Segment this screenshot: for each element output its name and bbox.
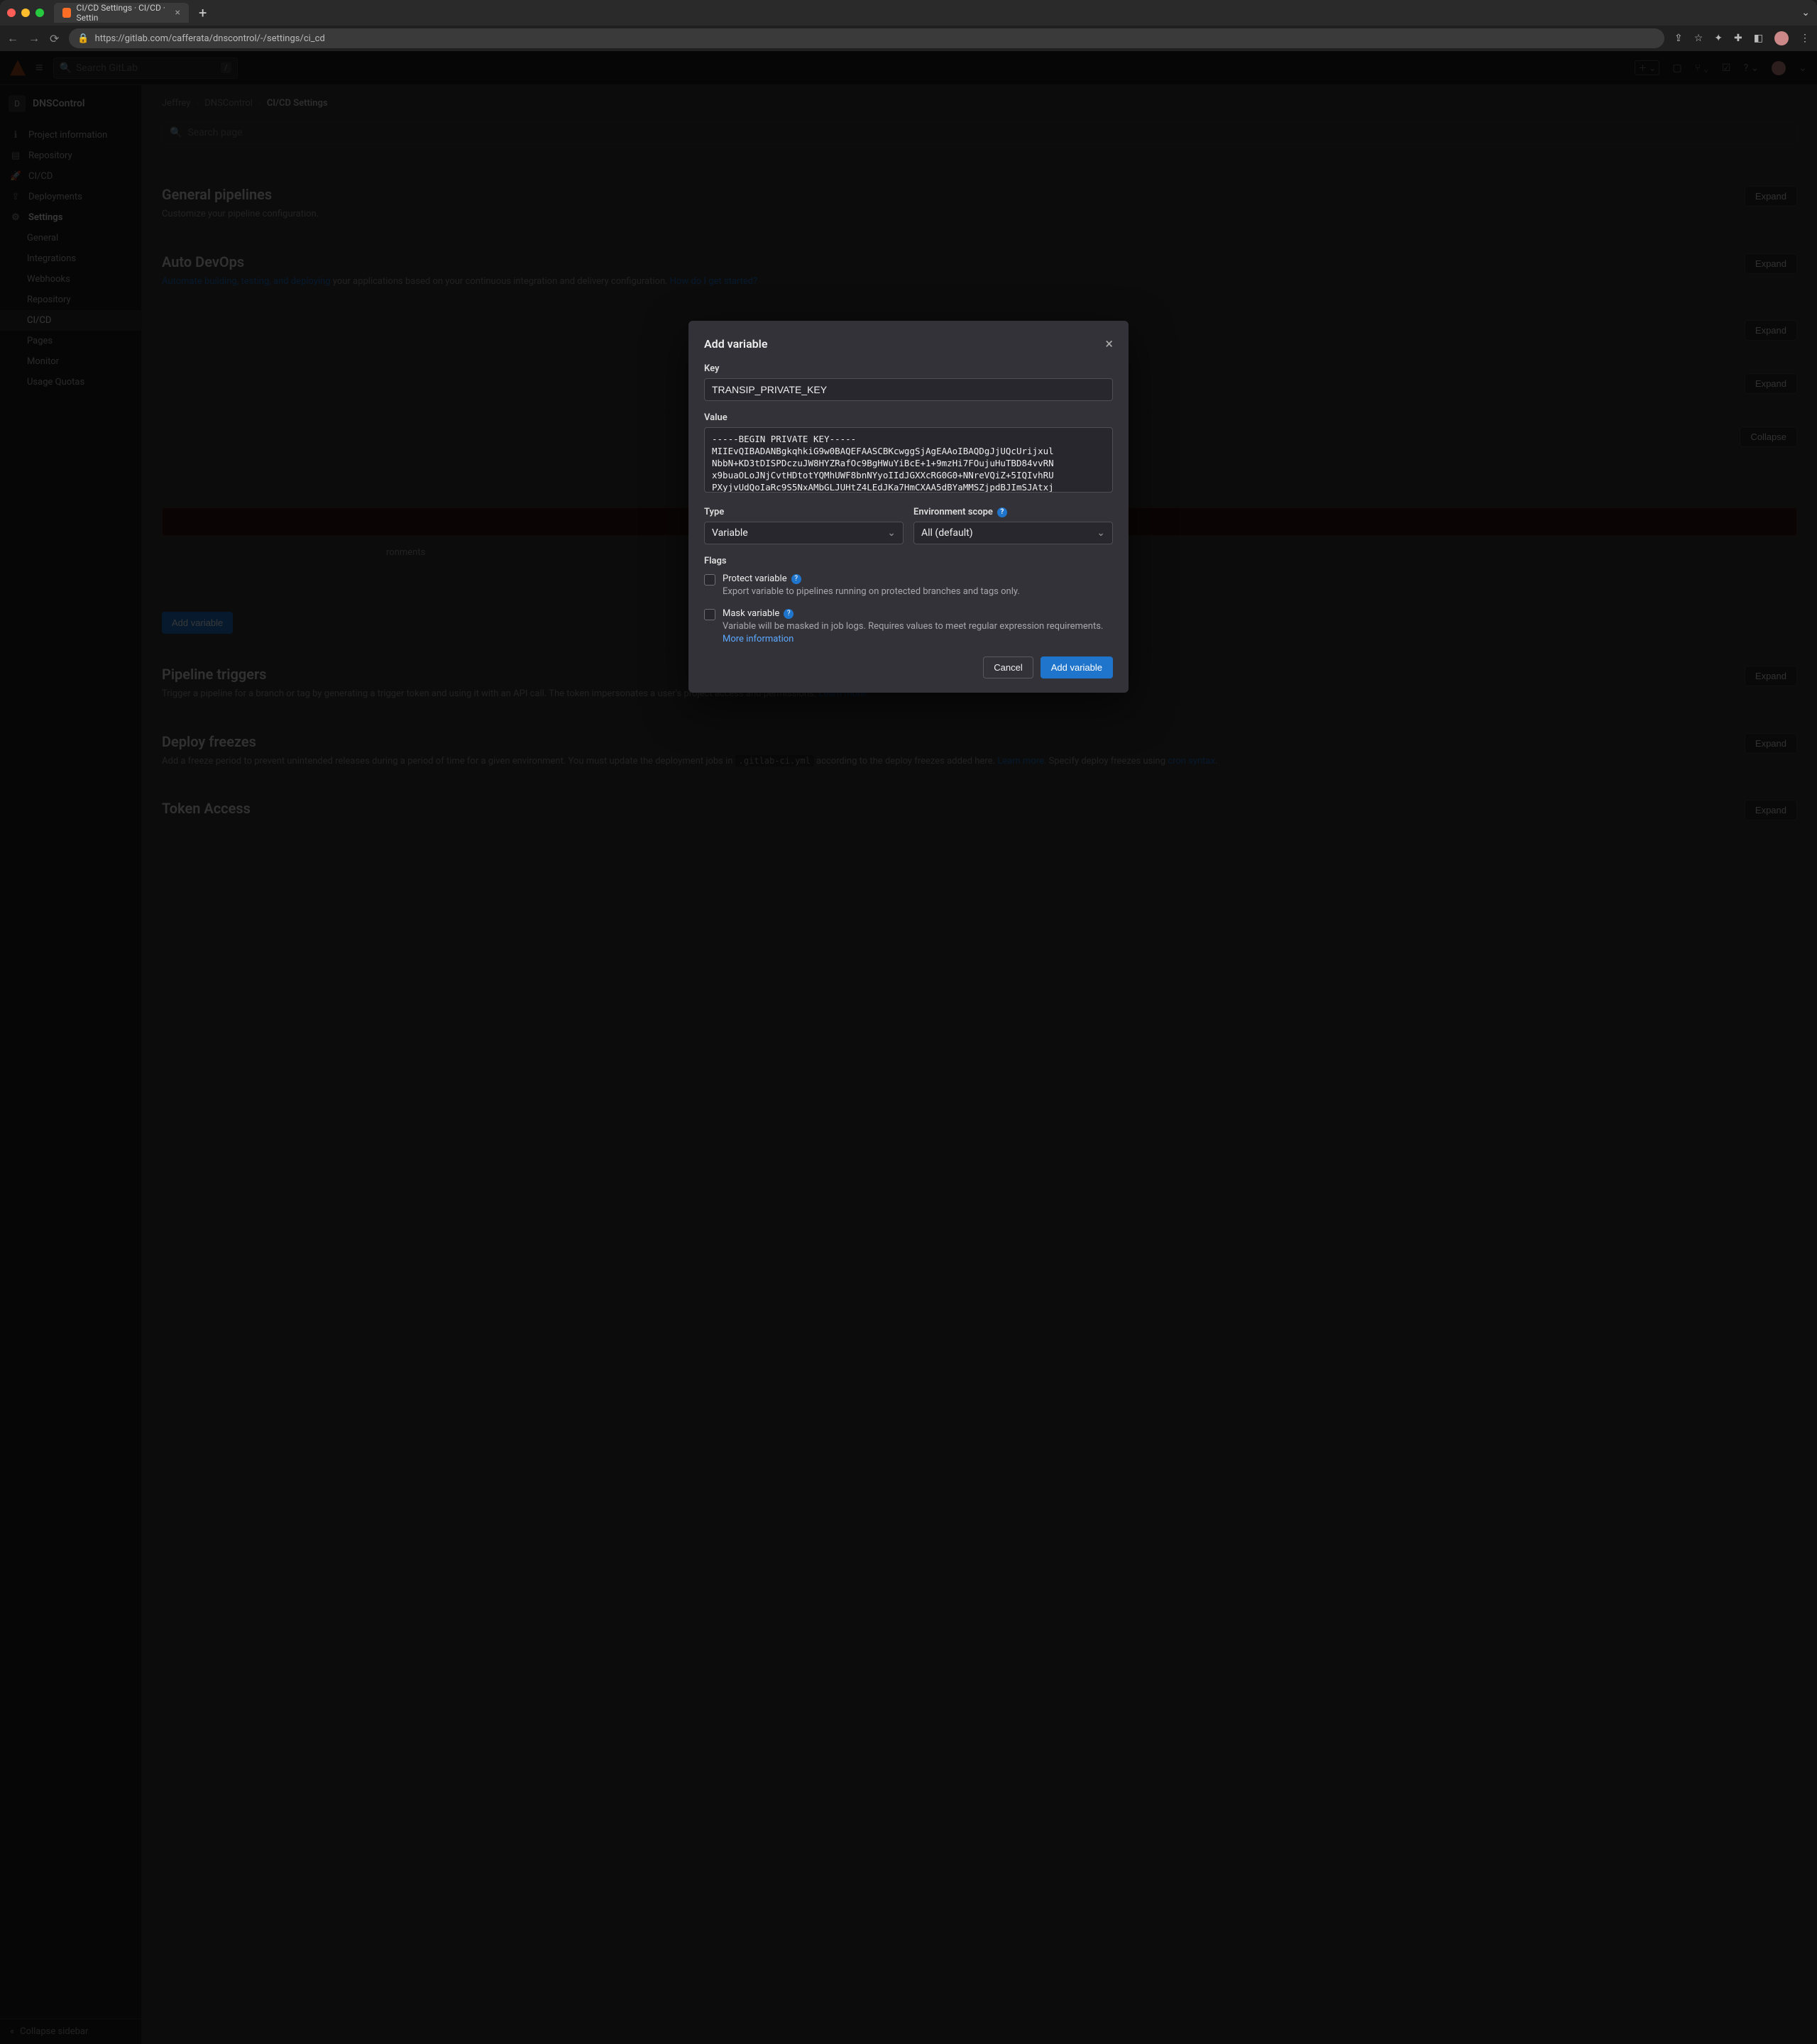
key-label: Key: [704, 363, 1113, 374]
protect-variable-row: Protect variable ? Export variable to pi…: [704, 573, 1113, 598]
chevron-down-icon: ⌄: [887, 527, 896, 539]
type-label: Type: [704, 507, 904, 517]
value-textarea[interactable]: [704, 427, 1113, 493]
env-scope-select[interactable]: All (default) ⌄: [913, 522, 1113, 544]
extension-icon[interactable]: ✦: [1714, 33, 1723, 44]
help-icon[interactable]: ?: [791, 574, 801, 584]
help-icon[interactable]: ?: [997, 507, 1007, 517]
add-variable-modal: Add variable × Key Value Type Variable ⌄…: [688, 321, 1129, 693]
cancel-button[interactable]: Cancel: [983, 656, 1033, 678]
reload-icon[interactable]: ⟳: [50, 32, 59, 45]
puzzle-icon[interactable]: ✚: [1734, 33, 1742, 44]
url-input[interactable]: 🔒 https://gitlab.com/cafferata/dnscontro…: [69, 28, 1664, 48]
close-icon[interactable]: ×: [1105, 335, 1113, 352]
minimize-window-icon[interactable]: [21, 9, 30, 17]
mask-desc: Variable will be masked in job logs. Req…: [723, 620, 1113, 646]
flags-label: Flags: [704, 556, 1113, 566]
help-icon[interactable]: ?: [784, 609, 794, 619]
kebab-menu-icon[interactable]: ⋮: [1800, 33, 1810, 44]
back-icon[interactable]: ←: [7, 31, 18, 45]
browser-addressbar: ← → ⟳ 🔒 https://gitlab.com/cafferata/dns…: [0, 26, 1817, 51]
type-select[interactable]: Variable ⌄: [704, 522, 904, 544]
profile-avatar-icon[interactable]: [1774, 31, 1789, 45]
forward-icon[interactable]: →: [28, 31, 40, 45]
add-variable-submit-button[interactable]: Add variable: [1041, 656, 1113, 678]
bookmark-icon[interactable]: ☆: [1694, 33, 1703, 44]
url-text: https://gitlab.com/cafferata/dnscontrol/…: [95, 33, 325, 44]
tabs-overflow-icon[interactable]: ⌄: [1801, 7, 1810, 18]
close-tab-icon[interactable]: ×: [175, 7, 180, 18]
mask-variable-row: Mask variable ? Variable will be masked …: [704, 608, 1113, 646]
protect-label: Protect variable: [723, 573, 787, 584]
browser-tab[interactable]: CI/CD Settings · CI/CD · Settin ×: [54, 3, 189, 23]
mask-label: Mask variable: [723, 608, 779, 619]
panel-icon[interactable]: ◧: [1754, 33, 1763, 44]
key-input[interactable]: [704, 378, 1113, 401]
env-scope-label: Environment scope ?: [913, 507, 1113, 517]
lock-icon: 🔒: [77, 33, 89, 44]
gitlab-favicon-icon: [62, 8, 71, 18]
maximize-window-icon[interactable]: [35, 9, 44, 17]
tab-title: CI/CD Settings · CI/CD · Settin: [77, 3, 170, 23]
mask-checkbox[interactable]: [704, 609, 715, 620]
window-controls: [7, 9, 44, 17]
new-tab-button[interactable]: +: [194, 4, 211, 21]
protect-desc: Export variable to pipelines running on …: [723, 586, 1113, 598]
more-info-link[interactable]: More information: [723, 634, 794, 644]
chevron-down-icon: ⌄: [1097, 527, 1105, 539]
value-label: Value: [704, 412, 1113, 423]
browser-tabbar: CI/CD Settings · CI/CD · Settin × + ⌄: [0, 0, 1817, 26]
protect-checkbox[interactable]: [704, 574, 715, 586]
modal-title: Add variable: [704, 337, 1105, 351]
close-window-icon[interactable]: [7, 9, 16, 17]
share-icon[interactable]: ⇪: [1674, 33, 1683, 44]
